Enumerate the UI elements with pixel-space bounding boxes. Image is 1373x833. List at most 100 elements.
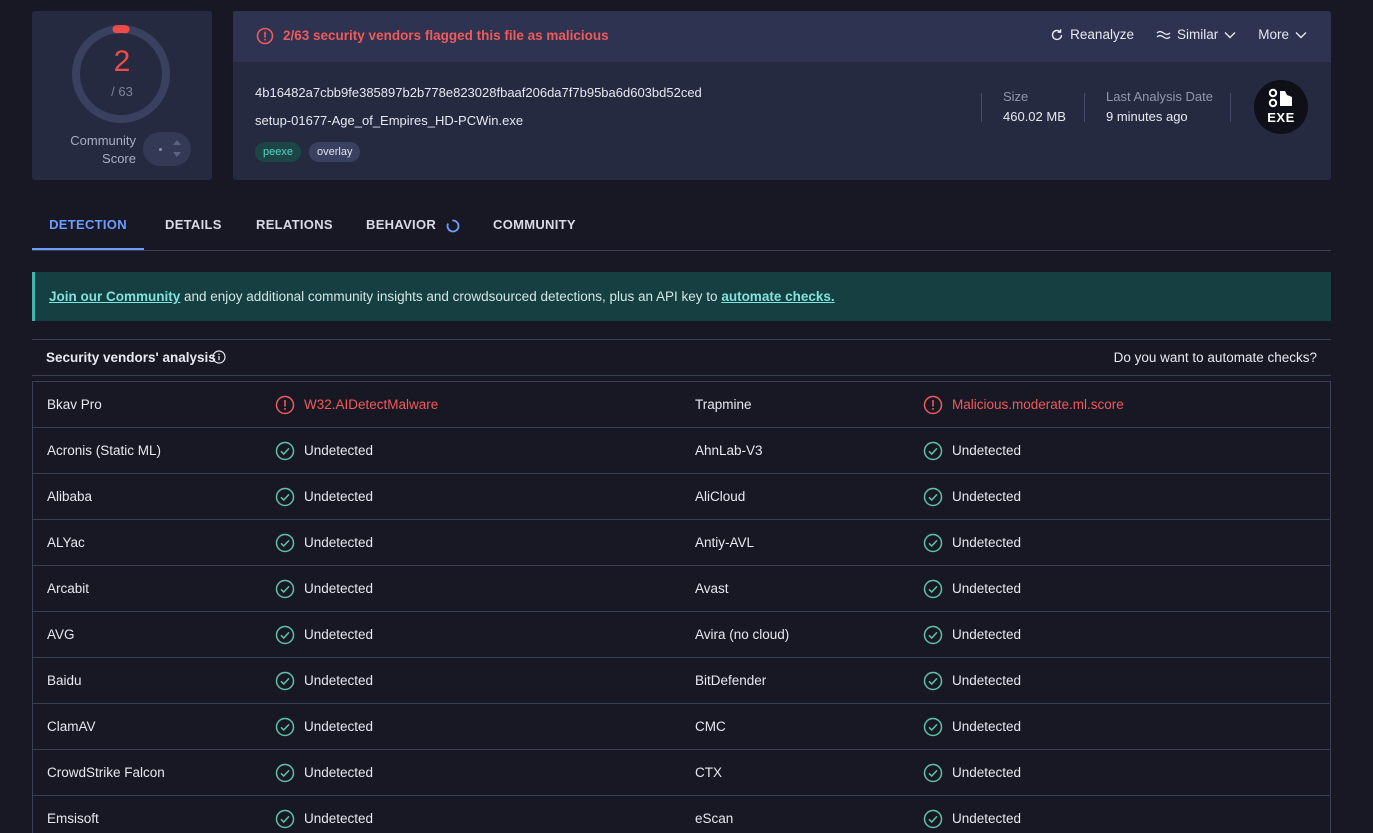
vendor-name: Emsisoft <box>47 811 99 826</box>
tab-detection[interactable]: DETECTION <box>32 200 144 250</box>
alert-circle-icon <box>923 395 943 415</box>
alert-circle-icon <box>275 395 295 415</box>
table-row: CrowdStrike Falcon Undetected CTX Undetecte… <box>33 750 1330 796</box>
info-icon[interactable] <box>212 350 226 364</box>
check-circle-icon <box>923 487 943 507</box>
vendor-results-table: Bkav Pro W32.AIDetectMalware Trapmine Malic… <box>32 381 1331 833</box>
vendor-name: Avast <box>695 581 729 596</box>
vendor-result: Undetected <box>304 489 374 504</box>
check-circle-icon <box>275 487 295 507</box>
refresh-icon <box>1051 28 1063 40</box>
vendor-result: Undetected <box>304 581 374 596</box>
detection-total: / 63 <box>111 84 133 99</box>
check-circle-icon <box>923 763 943 783</box>
check-circle-icon <box>923 441 943 461</box>
community-score-card: 2 / 63 Community Score <box>32 11 212 180</box>
file-type-text: EXE <box>1267 110 1295 125</box>
vendor-result: Undetected <box>304 627 374 642</box>
vendor-result: Undetected <box>952 765 1022 780</box>
vendor-result: Undetected <box>304 765 374 780</box>
table-row: Bkav Pro W32.AIDetectMalware Trapmine Malic… <box>33 382 1330 428</box>
vendor-name: ClamAV <box>47 719 96 734</box>
vendor-name: AhnLab-V3 <box>695 443 763 458</box>
vote-up-icon[interactable] <box>173 140 181 145</box>
vendor-name: Avira (no cloud) <box>695 627 790 642</box>
table-row: Acronis (Static ML) Undetected AhnLab-V3 Un… <box>33 428 1330 474</box>
automate-checks-question[interactable]: Do you want to automate checks? <box>1114 350 1317 365</box>
table-row: Baidu Undetected BitDefender Undetected <box>33 658 1330 704</box>
community-vote-control[interactable] <box>143 132 191 166</box>
file-hash[interactable]: 4b16482a7cbb9fe385897b2b778e823028fbaaf2… <box>255 85 702 100</box>
vendor-name: Bkav Pro <box>47 397 102 412</box>
vendor-result[interactable]: Malicious.moderate.ml.score <box>952 397 1124 412</box>
divider <box>981 93 982 122</box>
table-row: Alibaba Undetected AliCloud Undetected <box>33 474 1330 520</box>
check-circle-icon <box>923 671 943 691</box>
loading-spinner-icon <box>446 219 460 232</box>
tag-overlay[interactable]: overlay <box>308 142 361 162</box>
similar-dropdown[interactable]: Similar <box>1156 27 1236 42</box>
tab-bar: DETECTION DETAILS RELATIONS BEHAVIOR COM… <box>32 200 1331 251</box>
vendor-result: Undetected <box>304 443 374 458</box>
vendor-name: Trapmine <box>695 397 752 412</box>
vendor-result: Undetected <box>304 811 374 826</box>
check-circle-icon <box>275 625 295 645</box>
file-type-badge: EXE <box>1254 80 1308 134</box>
file-name: setup-01677-Age_of_Empires_HD-PCWin.exe <box>255 113 524 128</box>
tab-community[interactable]: COMMUNITY <box>493 200 576 250</box>
vendor-name: CrowdStrike Falcon <box>47 765 165 780</box>
similar-waves-icon <box>1156 30 1171 39</box>
malicious-banner: 2/63 security vendors flagged this file … <box>233 11 1331 62</box>
tag-peexe[interactable]: peexe <box>255 142 301 162</box>
tab-relations[interactable]: RELATIONS <box>256 200 333 250</box>
vendor-name: AliCloud <box>695 489 746 504</box>
exe-gears-icon <box>1268 88 1292 108</box>
last-analysis-date: Last Analysis Date 9 minutes ago <box>1106 89 1213 124</box>
join-community-link[interactable]: Join our Community <box>49 289 180 304</box>
check-circle-icon <box>923 533 943 553</box>
check-circle-icon <box>275 533 295 553</box>
table-row: Arcabit Undetected Avast Undetected <box>33 566 1330 612</box>
divider <box>1230 93 1231 122</box>
automate-checks-link[interactable]: automate checks. <box>721 289 834 304</box>
vendor-result: Undetected <box>952 443 1022 458</box>
check-circle-icon <box>923 717 943 737</box>
detection-count: 2 <box>113 45 131 78</box>
vendors-analysis-title: Security vendors' analysis <box>46 350 216 365</box>
check-circle-icon <box>275 809 295 829</box>
malicious-flag-text: 2/63 security vendors flagged this file … <box>283 28 609 43</box>
vendor-result: Undetected <box>952 535 1022 550</box>
vendor-name: AVG <box>47 627 75 642</box>
reanalyze-button[interactable]: Reanalyze <box>1050 27 1134 42</box>
vendor-name: BitDefender <box>695 673 767 688</box>
file-size: Size 460.02 MB <box>1003 89 1066 124</box>
vendor-result: Undetected <box>952 627 1022 642</box>
table-row: AVG Undetected Avira (no cloud) Undetected <box>33 612 1330 658</box>
vendor-name: ALYac <box>47 535 85 550</box>
vendor-name: Acronis (Static ML) <box>47 443 162 458</box>
vendor-result: Undetected <box>952 489 1022 504</box>
table-row: ClamAV Undetected CMC Undetected <box>33 704 1330 750</box>
check-circle-icon <box>923 809 943 829</box>
file-tags: peexe overlay <box>255 142 361 162</box>
file-info-card: 2/63 security vendors flagged this file … <box>233 11 1331 180</box>
vendor-result: Undetected <box>304 535 374 550</box>
vendor-name: Alibaba <box>47 489 93 504</box>
vendor-name: Baidu <box>47 673 82 688</box>
vendor-result: Undetected <box>952 581 1022 596</box>
more-dropdown[interactable]: More <box>1258 27 1307 42</box>
divider <box>1084 93 1085 122</box>
join-banner-text: and enjoy additional community insights … <box>180 289 722 304</box>
vote-down-icon[interactable] <box>173 152 181 157</box>
check-circle-icon <box>275 671 295 691</box>
join-community-banner: Join our Community and enjoy additional … <box>32 272 1331 321</box>
tab-details[interactable]: DETAILS <box>165 200 222 250</box>
table-row: ALYac Undetected Antiy-AVL Undetected <box>33 520 1330 566</box>
vendors-analysis-header: Security vendors' analysis Do you want t… <box>32 339 1331 376</box>
vendor-name: Arcabit <box>47 581 90 596</box>
tab-behavior[interactable]: BEHAVIOR <box>366 200 460 250</box>
vendor-result[interactable]: W32.AIDetectMalware <box>304 397 438 412</box>
vendor-name: CTX <box>695 765 722 780</box>
chevron-down-icon <box>1224 31 1236 38</box>
vote-dot-icon <box>159 148 162 151</box>
